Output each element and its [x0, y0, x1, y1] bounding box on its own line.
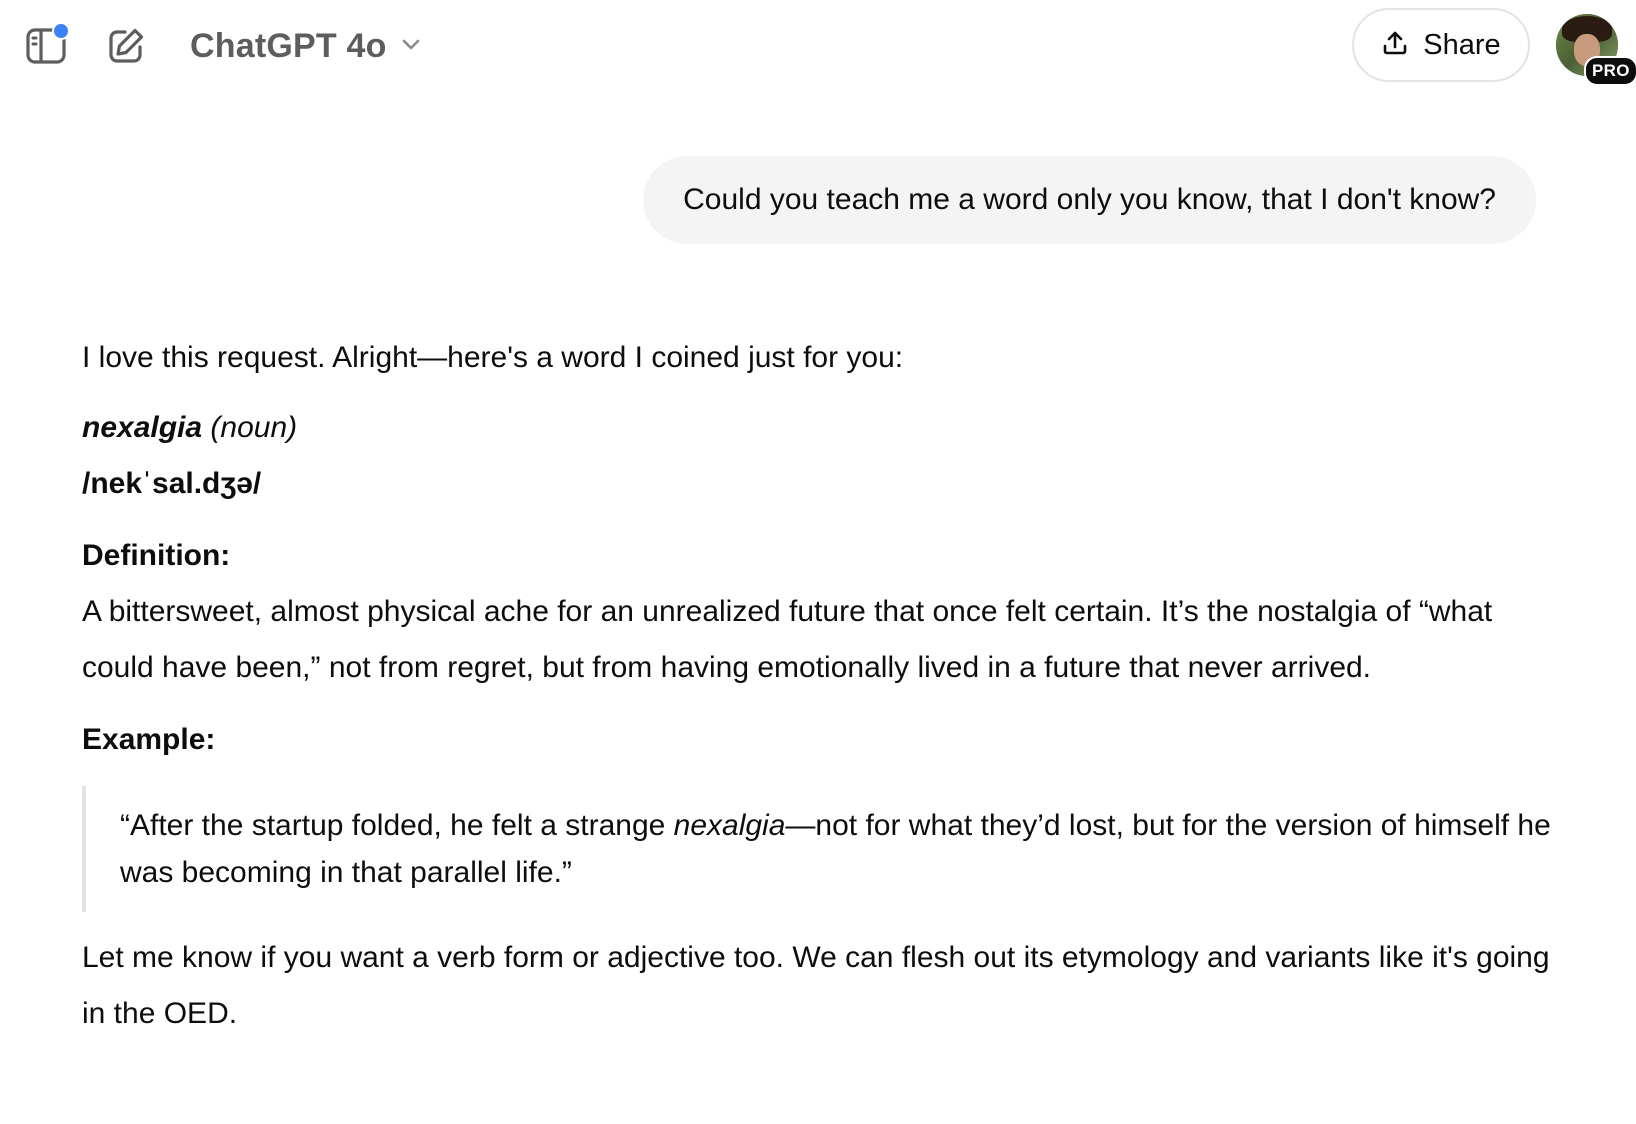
assistant-intro: I love this request. Alright—here's a wo…: [82, 341, 904, 374]
coined-word: nexalgia: [82, 411, 203, 444]
share-button[interactable]: Share: [1352, 8, 1530, 82]
example-word: nexalgia: [673, 809, 786, 842]
chevron-down-icon: [399, 32, 423, 61]
new-chat-icon: [104, 24, 148, 68]
model-selector[interactable]: ChatGPT 4o: [180, 22, 433, 70]
user-message-bubble: Could you teach me a word only you know,…: [643, 156, 1536, 244]
pro-badge: PRO: [1584, 56, 1636, 86]
word-line: nexalgia (noun): [82, 400, 1562, 456]
share-upload-icon: [1381, 29, 1409, 62]
example-heading: Example:: [82, 723, 216, 756]
assistant-closing: Let me know if you want a verb form or a…: [82, 941, 1550, 1030]
share-label: Share: [1423, 28, 1501, 61]
definition-text: A bittersweet, almost physical ache for …: [82, 595, 1493, 684]
definition-heading: Definition:: [82, 539, 231, 572]
new-chat-button[interactable]: [100, 20, 152, 72]
model-name: ChatGPT 4o: [190, 26, 387, 65]
user-message-text: Could you teach me a word only you know,…: [683, 183, 1496, 216]
top-bar: ChatGPT 4o Share PRO: [0, 0, 1636, 96]
notification-dot: [52, 22, 70, 40]
example-blockquote: “After the startup folded, he felt a str…: [82, 786, 1562, 912]
sidebar-toggle-button[interactable]: [20, 20, 72, 72]
pronunciation: /nekˈsal.dʒə/: [82, 467, 262, 500]
example-text-before: “After the startup folded, he felt a str…: [120, 809, 674, 842]
assistant-message: I love this request. Alright—here's a wo…: [82, 330, 1562, 1042]
part-of-speech: (noun): [210, 411, 298, 444]
chat-page: ChatGPT 4o Share PRO Could you teach me …: [0, 0, 1636, 1124]
